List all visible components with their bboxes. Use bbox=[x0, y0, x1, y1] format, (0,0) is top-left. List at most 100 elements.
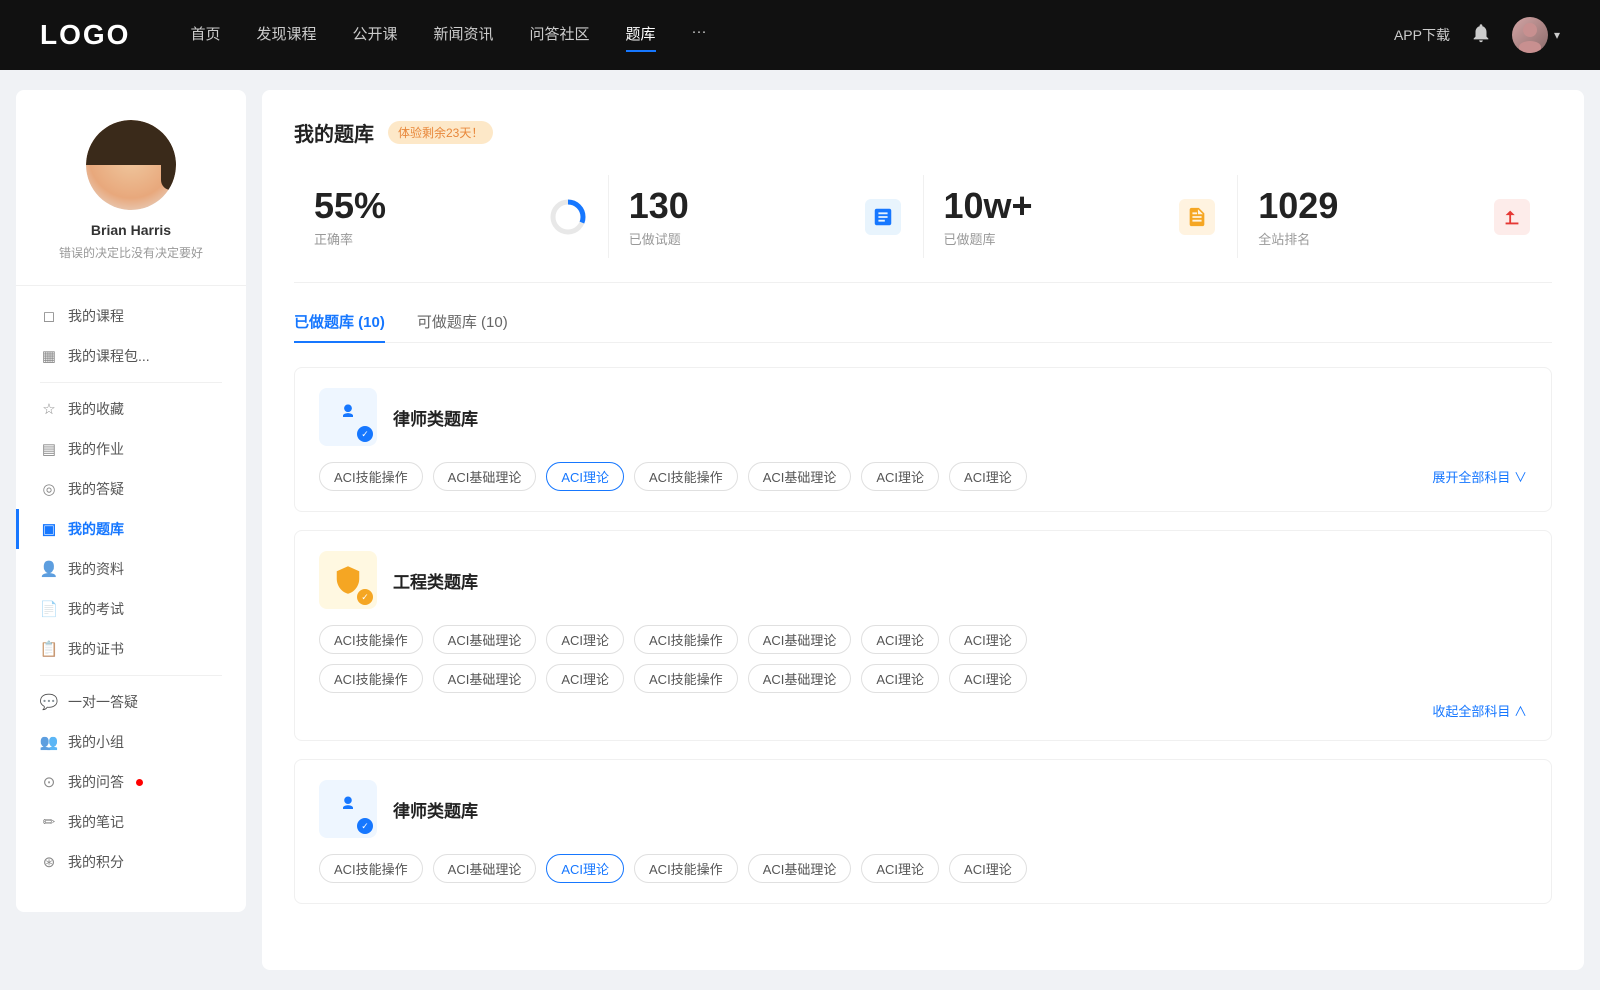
sidebar-divider bbox=[40, 382, 222, 383]
homework-icon: ▤ bbox=[40, 440, 58, 458]
bank-header-engineer: ✓ 工程类题库 bbox=[319, 551, 1527, 609]
bank-title-engineer: 工程类题库 bbox=[393, 568, 478, 593]
chat-icon: 💬 bbox=[40, 693, 58, 711]
page-title: 我的题库 bbox=[294, 118, 374, 147]
stat-global-rank: 1029 全站排名 bbox=[1238, 175, 1552, 258]
nav-exam[interactable]: 题库 bbox=[626, 23, 656, 48]
nav-news[interactable]: 新闻资讯 bbox=[434, 23, 494, 48]
stat-value: 1029 bbox=[1258, 185, 1478, 227]
notification-bell[interactable] bbox=[1470, 22, 1492, 49]
tag[interactable]: ACI理论 bbox=[546, 664, 624, 693]
sidebar-item-group[interactable]: 👥 我的小组 bbox=[16, 722, 246, 762]
question-icon: ◎ bbox=[40, 480, 58, 498]
nav-more[interactable]: ··· bbox=[692, 23, 707, 48]
stat-text: 55% 正确率 bbox=[314, 185, 534, 248]
navbar: LOGO 首页 发现课程 公开课 新闻资讯 问答社区 题库 ··· APP下载 … bbox=[0, 0, 1600, 70]
bank-header: ✓ 律师类题库 bbox=[319, 388, 1527, 446]
collapse-link[interactable]: 收起全部科目 ∧ bbox=[319, 701, 1527, 720]
tag[interactable]: ACI理论 bbox=[949, 664, 1027, 693]
tag[interactable]: ACI基础理论 bbox=[748, 664, 852, 693]
tag[interactable]: ACI理论 bbox=[861, 664, 939, 693]
points-icon: ⊛ bbox=[40, 853, 58, 871]
tag[interactable]: ACI理论 bbox=[861, 854, 939, 883]
bank-section-lawyer-2: ✓ 律师类题库 ACI技能操作 ACI基础理论 ACI理论 ACI技能操作 AC… bbox=[294, 759, 1552, 904]
notebook-icon bbox=[863, 197, 903, 237]
sidebar-item-label: 我的题库 bbox=[68, 519, 124, 539]
donut-icon bbox=[548, 197, 588, 237]
tag[interactable]: ACI基础理论 bbox=[433, 462, 537, 491]
tab-available-banks[interactable]: 可做题库 (10) bbox=[417, 311, 508, 342]
nav-discover[interactable]: 发现课程 bbox=[256, 23, 316, 48]
tag-active[interactable]: ACI理论 bbox=[546, 462, 624, 491]
navbar-right: APP下载 ▾ bbox=[1394, 17, 1560, 53]
check-icon: ✓ bbox=[357, 589, 373, 605]
tag[interactable]: ACI理论 bbox=[949, 625, 1027, 654]
tag[interactable]: ACI基础理论 bbox=[748, 462, 852, 491]
sidebar-item-qa[interactable]: ◎ 我的答疑 bbox=[16, 469, 246, 509]
sidebar-item-my-course[interactable]: ◻ 我的课程 bbox=[16, 296, 246, 336]
tag[interactable]: ACI理论 bbox=[861, 625, 939, 654]
sidebar-item-notes[interactable]: ✏ 我的笔记 bbox=[16, 802, 246, 842]
orange-icon-wrap bbox=[1179, 199, 1215, 235]
tag[interactable]: ACI基础理论 bbox=[748, 625, 852, 654]
tag[interactable]: ACI技能操作 bbox=[634, 462, 738, 491]
sidebar-item-exam-bank[interactable]: ▣ 我的题库 bbox=[16, 509, 246, 549]
stat-text: 1029 全站排名 bbox=[1258, 185, 1478, 248]
tag[interactable]: ACI技能操作 bbox=[319, 625, 423, 654]
tag[interactable]: ACI技能操作 bbox=[319, 462, 423, 491]
tag-active[interactable]: ACI理论 bbox=[546, 854, 624, 883]
tag[interactable]: ACI理论 bbox=[949, 854, 1027, 883]
sidebar-item-label: 我的收藏 bbox=[68, 399, 124, 419]
sidebar-item-course-package[interactable]: ▦ 我的课程包... bbox=[16, 336, 246, 376]
sidebar-item-label: 我的笔记 bbox=[68, 812, 124, 832]
bank-tags-row1: ACI技能操作 ACI基础理论 ACI理论 ACI技能操作 ACI基础理论 AC… bbox=[319, 625, 1527, 654]
tag[interactable]: ACI理论 bbox=[861, 462, 939, 491]
profile-avatar bbox=[86, 120, 176, 210]
tag[interactable]: ACI技能操作 bbox=[319, 854, 423, 883]
sidebar-item-certificate[interactable]: 📋 我的证书 bbox=[16, 629, 246, 669]
tag[interactable]: ACI基础理论 bbox=[748, 854, 852, 883]
sidebar-item-label: 一对一答疑 bbox=[68, 692, 138, 712]
tag[interactable]: ACI基础理论 bbox=[433, 625, 537, 654]
sidebar-item-profile[interactable]: 👤 我的资料 bbox=[16, 549, 246, 589]
document-icon: ◻ bbox=[40, 307, 58, 325]
sidebar-divider-2 bbox=[40, 675, 222, 676]
tag[interactable]: ACI技能操作 bbox=[634, 625, 738, 654]
tab-done-banks[interactable]: 已做题库 (10) bbox=[294, 311, 385, 342]
nav-home[interactable]: 首页 bbox=[190, 23, 220, 48]
sidebar-item-homework[interactable]: ▤ 我的作业 bbox=[16, 429, 246, 469]
main-content: 我的题库 体验剩余23天！ 55% 正确率 bbox=[262, 90, 1584, 970]
sidebar-item-label: 我的作业 bbox=[68, 439, 124, 459]
sidebar-item-label: 我的考试 bbox=[68, 599, 124, 619]
tag[interactable]: ACI理论 bbox=[546, 625, 624, 654]
sidebar-item-questions[interactable]: ⊙ 我的问答 bbox=[16, 762, 246, 802]
expand-link[interactable]: 展开全部科目 ∨ bbox=[1432, 467, 1527, 486]
tag[interactable]: ACI技能操作 bbox=[634, 854, 738, 883]
test-icon: 📄 bbox=[40, 600, 58, 618]
bank-header-lawyer2: ✓ 律师类题库 bbox=[319, 780, 1527, 838]
red-icon-wrap bbox=[1494, 199, 1530, 235]
avatar-image bbox=[1512, 17, 1548, 53]
user-avatar[interactable]: ▾ bbox=[1512, 17, 1560, 53]
sidebar-item-favorites[interactable]: ☆ 我的收藏 bbox=[16, 389, 246, 429]
sidebar-item-exam[interactable]: 📄 我的考试 bbox=[16, 589, 246, 629]
tag[interactable]: ACI理论 bbox=[949, 462, 1027, 491]
sidebar-item-points[interactable]: ⊛ 我的积分 bbox=[16, 842, 246, 882]
group-icon: 👥 bbox=[40, 733, 58, 751]
nav-open-course[interactable]: 公开课 bbox=[352, 23, 397, 48]
sidebar-user-name: Brian Harris bbox=[91, 222, 171, 238]
stat-label: 已做题库 bbox=[944, 229, 1164, 248]
logo[interactable]: LOGO bbox=[40, 19, 130, 51]
nav-qa[interactable]: 问答社区 bbox=[530, 23, 590, 48]
tag[interactable]: ACI技能操作 bbox=[634, 664, 738, 693]
tag[interactable]: ACI基础理论 bbox=[433, 664, 537, 693]
sidebar-motto: 错误的决定比没有决定要好 bbox=[59, 244, 203, 261]
tag[interactable]: ACI基础理论 bbox=[433, 854, 537, 883]
stat-text: 10w+ 已做题库 bbox=[944, 185, 1164, 248]
stat-value: 10w+ bbox=[944, 185, 1164, 227]
app-download-button[interactable]: APP下载 bbox=[1394, 25, 1450, 45]
tag[interactable]: ACI技能操作 bbox=[319, 664, 423, 693]
engineer-bank-icon: ✓ bbox=[319, 551, 377, 609]
bank-section-lawyer: ✓ 律师类题库 ACI技能操作 ACI基础理论 ACI理论 ACI技能操作 AC… bbox=[294, 367, 1552, 512]
sidebar-item-1on1[interactable]: 💬 一对一答疑 bbox=[16, 682, 246, 722]
